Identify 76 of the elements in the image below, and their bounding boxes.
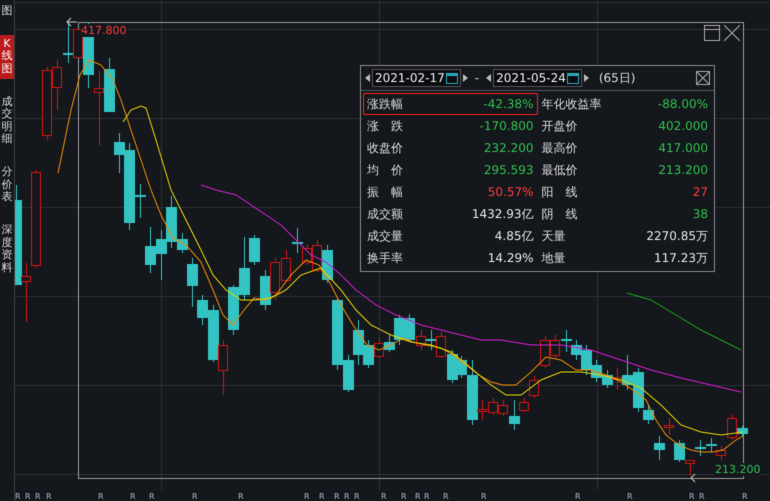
window-icon[interactable] <box>704 25 720 41</box>
stat-label: 最低价 <box>542 162 578 178</box>
sidebar-tab[interactable]: 图 <box>0 2 14 21</box>
stat-value: 4.85亿 <box>494 228 534 244</box>
event-marker: R <box>35 492 41 501</box>
stat-value: 117.23万 <box>654 250 708 266</box>
end-date-field[interactable]: 2021-05-24 <box>493 69 582 87</box>
event-marker: R <box>415 492 421 501</box>
stat-value: 1432.93亿 <box>472 206 534 222</box>
close-icon[interactable] <box>696 71 710 85</box>
event-marker: R <box>130 492 136 501</box>
stat-label: 最高价 <box>542 140 578 156</box>
sidebar-tab[interactable]: 分价表 <box>0 163 14 208</box>
event-marker: R <box>25 492 31 501</box>
low-price-label: 213.200 <box>715 463 760 476</box>
event-marker: R <box>98 492 104 501</box>
calendar-icon[interactable] <box>446 72 458 84</box>
next-arrow-icon[interactable] <box>462 74 468 82</box>
event-marker: R <box>401 492 407 501</box>
stat-label: 天量 <box>542 228 566 244</box>
arrow-icon <box>66 18 78 26</box>
stat-label: 振 幅 <box>367 184 403 200</box>
event-marker: R <box>575 492 581 501</box>
stat-value: -170.800 <box>480 119 534 133</box>
stat-label: 成交额 <box>367 206 403 222</box>
event-marker: R <box>381 492 387 501</box>
event-marker: R <box>149 492 155 501</box>
stat-label: 收盘价 <box>367 140 403 156</box>
stat-value: 295.593 <box>484 163 534 177</box>
event-marker: R <box>354 492 360 501</box>
stat-label: 阴 线 <box>542 206 578 222</box>
event-marker: R <box>304 492 310 501</box>
event-marker: R <box>15 492 21 501</box>
stat-label: 开盘价 <box>542 118 578 134</box>
stat-label: 涨跌幅 <box>367 96 403 112</box>
stat-value: 27 <box>692 185 708 199</box>
stat-value: 38 <box>692 207 708 221</box>
stat-label: 地量 <box>542 250 566 266</box>
event-marker: R <box>689 492 695 501</box>
close-icon[interactable] <box>724 25 740 41</box>
event-marker: R <box>344 492 350 501</box>
stat-value: -88.00% <box>658 97 708 111</box>
stat-value: -42.38% <box>483 97 534 111</box>
event-marker: R <box>334 492 340 501</box>
next-arrow-icon[interactable] <box>584 74 589 82</box>
stat-value: 213.200 <box>658 163 708 177</box>
stat-label: 成交量 <box>367 228 403 244</box>
event-marker: R <box>238 492 244 501</box>
sidebar-tab[interactable]: 成交明细 <box>0 92 14 150</box>
start-date-field[interactable]: 2021-02-17 <box>372 69 461 87</box>
date-separator: - <box>474 71 480 85</box>
stat-label: 均 价 <box>367 162 403 178</box>
event-marker: R <box>46 492 52 501</box>
calendar-icon[interactable] <box>566 72 579 84</box>
event-marker: R <box>443 492 449 501</box>
event-marker: R <box>627 492 633 501</box>
stat-value: 14.29% <box>488 251 534 265</box>
stat-value: 417.000 <box>658 141 708 155</box>
stat-label: 涨 跌 <box>367 118 403 134</box>
event-marker: R <box>319 492 325 501</box>
stat-label: 换手率 <box>367 250 403 266</box>
event-marker: R <box>742 492 748 501</box>
event-marker: R <box>481 492 487 501</box>
stat-value: 232.200 <box>484 141 534 155</box>
sidebar-tab[interactable]: K线图 <box>0 34 14 79</box>
stat-label: 阳 线 <box>542 184 578 200</box>
stat-value: 2270.85万 <box>646 228 708 244</box>
stat-label: 年化收益率 <box>542 96 602 112</box>
event-marker: R <box>192 492 198 501</box>
event-marker: R <box>699 492 705 501</box>
stat-value: 50.57% <box>488 185 534 199</box>
stat-value: 402.000 <box>658 119 708 133</box>
sidebar-tab[interactable]: 深度资料 <box>0 221 14 278</box>
day-count: (65日) <box>598 70 636 86</box>
high-price-label: 417.800 <box>81 24 126 37</box>
event-marker: R <box>424 492 430 501</box>
